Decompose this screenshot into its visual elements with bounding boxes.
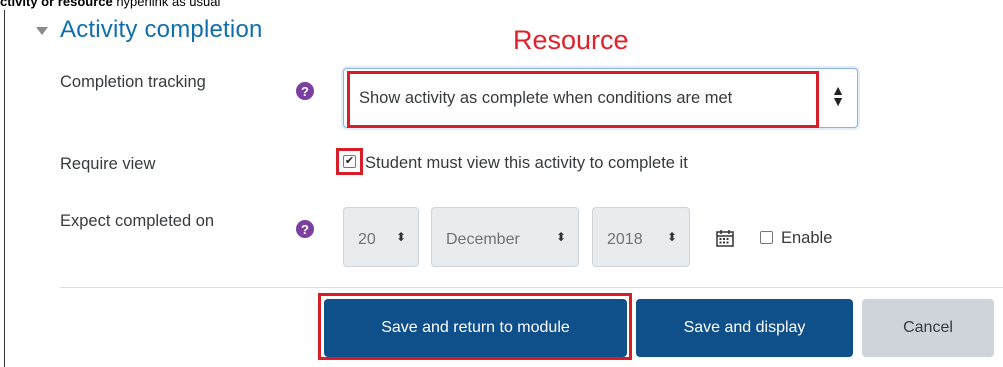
completion-tracking-value: Show activity as complete when condition… (359, 89, 733, 107)
section-title[interactable]: Activity completion (60, 16, 263, 44)
year-value: 2018 (607, 231, 643, 248)
expect-completed-label: Expect completed on (60, 212, 215, 230)
divider (60, 287, 1003, 288)
question-icon[interactable]: ? (296, 220, 314, 238)
question-icon[interactable]: ? (296, 82, 314, 100)
year-select[interactable]: 2018 ⬍ (592, 207, 690, 267)
panel-border (4, 10, 5, 367)
enable-label[interactable]: Enable (781, 229, 832, 248)
completion-tracking-select[interactable]: Show activity as complete when condition… (343, 68, 858, 128)
save-and-return-button[interactable]: Save and return to module (324, 299, 627, 357)
calendar-icon[interactable] (716, 229, 734, 247)
month-value: December (446, 231, 520, 248)
enable-checkbox[interactable] (760, 231, 773, 244)
day-value: 20 (358, 231, 376, 248)
day-select[interactable]: 20 ⬍ (343, 207, 419, 267)
month-select[interactable]: December ⬍ (431, 207, 579, 267)
section-header[interactable]: Activity completion (36, 16, 263, 44)
select-arrows-icon: ⬍ (666, 230, 677, 244)
require-view-checkbox[interactable]: ✔ (343, 155, 356, 168)
caption-bold: ctivity or resource (0, 0, 113, 9)
cancel-button[interactable]: Cancel (862, 299, 994, 357)
annotation-resource: Resource (513, 25, 629, 55)
collapse-triangle-icon[interactable] (36, 27, 48, 35)
require-view-label: Require view (60, 155, 156, 173)
caption-rest: hyperlink as usual (112, 0, 221, 9)
select-arrows-icon: ▲ ▼ (831, 82, 845, 109)
page-caption: ctivity or resource hyperlink as usual (0, 0, 220, 10)
select-arrows-icon: ⬍ (555, 230, 566, 244)
save-and-display-button[interactable]: Save and display (636, 299, 853, 357)
require-view-checkbox-label[interactable]: Student must view this activity to compl… (365, 154, 688, 173)
completion-tracking-label: Completion tracking (60, 73, 206, 91)
select-arrows-icon: ⬍ (395, 230, 406, 244)
